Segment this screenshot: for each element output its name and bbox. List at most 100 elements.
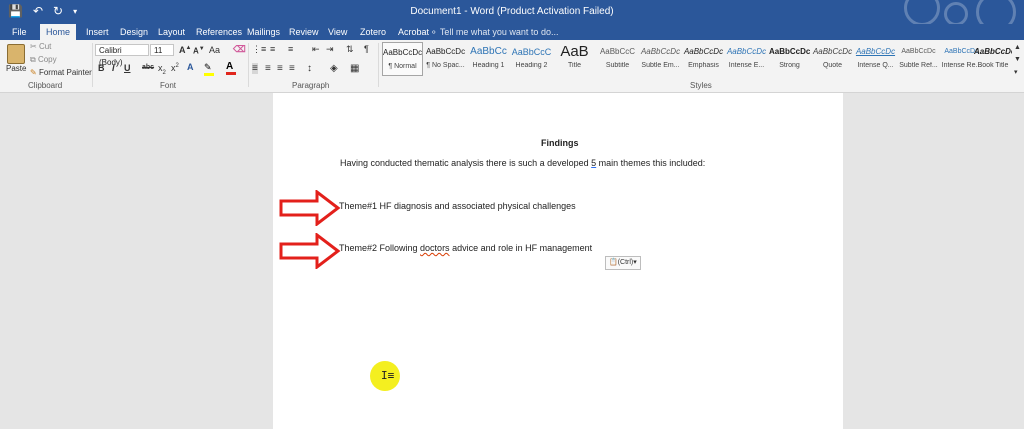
style-name: Intense Q...	[857, 62, 894, 69]
underline-button[interactable]: U	[124, 63, 131, 73]
font-color-icon[interactable]: A	[226, 61, 236, 75]
style-name: Intense E...	[728, 62, 765, 69]
tab-references[interactable]: References	[190, 24, 248, 40]
tab-file[interactable]: File	[6, 24, 33, 40]
style-intense-quote[interactable]: AaBbCcDc Intense Q...	[855, 42, 896, 76]
tab-insert[interactable]: Insert	[80, 24, 115, 40]
change-case-button[interactable]: Aa	[209, 45, 220, 55]
chevron-down-icon: ▾	[633, 259, 637, 266]
tab-layout[interactable]: Layout	[152, 24, 191, 40]
lightbulb-icon: ⚬	[430, 27, 438, 37]
title-bar: 💾 ↶ ↻ ▾ Document1 - Word (Product Activa…	[0, 0, 1024, 24]
tell-me-box[interactable]: ⚬ Tell me what you want to do...	[430, 24, 558, 40]
strikethrough-button[interactable]: abc	[142, 64, 154, 71]
styles-group-label: Styles	[690, 81, 712, 90]
text-effects-icon[interactable]: A	[187, 62, 194, 72]
show-formatting-icon[interactable]: ¶	[364, 44, 369, 54]
style-strong[interactable]: AaBbCcDc Strong	[769, 42, 810, 76]
shrink-font-button[interactable]: A▼	[193, 46, 205, 56]
style-preview: AaBbCcDc	[683, 47, 724, 56]
tab-design[interactable]: Design	[114, 24, 154, 40]
tab-acrobat[interactable]: Acrobat	[392, 24, 435, 40]
style-title[interactable]: AaB Title	[554, 42, 595, 76]
align-left-icon[interactable]: ≡	[252, 63, 258, 74]
grow-font-button[interactable]: A▲	[179, 45, 191, 55]
heading-findings: Findings	[541, 138, 579, 148]
cut-label: Cut	[38, 42, 52, 51]
clear-formatting-icon[interactable]: ⌫	[233, 44, 246, 55]
highlight-icon[interactable]: ✎	[204, 62, 214, 76]
style-subtle-emphasis[interactable]: AaBbCcDc Subtle Em...	[640, 42, 681, 76]
decrease-indent-icon[interactable]: ⇤	[312, 44, 320, 55]
increase-indent-icon[interactable]: ⇥	[326, 44, 334, 55]
style-heading-2[interactable]: AaBbCcC Heading 2	[511, 42, 552, 76]
theme-2-text-end: advice and role in HF management	[449, 243, 593, 253]
style-subtle-reference[interactable]: AaBbCcDc Subtle Ref...	[898, 42, 939, 76]
paste-button[interactable]: Paste	[6, 44, 26, 73]
bold-button[interactable]: B	[98, 63, 105, 73]
styles-scroll-up-icon[interactable]: ▲	[1014, 44, 1021, 51]
intro-paragraph: Having conducted thematic analysis there…	[340, 158, 705, 168]
styles-more-icon[interactable]: ▾	[1014, 68, 1018, 76]
theme-1-line: Theme#1 HF diagnosis and associated phys…	[339, 201, 576, 211]
subscript-button[interactable]: x2	[158, 63, 166, 76]
multilevel-list-icon[interactable]: ≡	[288, 44, 293, 54]
style-intense-emphasis[interactable]: AaBbCcDc Intense E...	[726, 42, 767, 76]
style-preview: AaBbCcDc	[901, 48, 936, 55]
style-emphasis[interactable]: AaBbCcDc Emphasis	[683, 42, 724, 76]
tab-review[interactable]: Review	[283, 24, 325, 40]
style-preview: AaBbCcDc	[383, 48, 422, 57]
format-painter-button[interactable]: ✎ Format Painter	[30, 68, 92, 77]
copy-label: Copy	[37, 55, 57, 64]
misspelled-word[interactable]: doctors	[420, 243, 450, 253]
title-bar-pattern	[884, 0, 1024, 24]
style-name: Strong	[779, 62, 800, 69]
line-spacing-icon[interactable]: ↕	[307, 63, 312, 74]
theme-2-line: Theme#2 Following doctors advice and rol…	[339, 243, 592, 253]
style-subtitle[interactable]: AaBbCcC Subtitle	[597, 42, 638, 76]
font-size-select[interactable]: 11	[150, 44, 174, 56]
shading-icon[interactable]: ◈	[330, 63, 338, 74]
align-right-icon[interactable]: ≡	[277, 63, 283, 74]
style-preview: AaBbCcC	[599, 47, 636, 56]
copy-icon: ⧉	[30, 55, 36, 64]
italic-button[interactable]: I	[112, 63, 115, 73]
tab-mailings[interactable]: Mailings	[241, 24, 286, 40]
sort-icon[interactable]: ⇅	[346, 44, 354, 55]
style-no-spacing[interactable]: AaBbCcDc ¶ No Spac...	[425, 42, 466, 76]
style-name: Heading 1	[472, 62, 505, 69]
style-preview: AaBbCc	[470, 46, 507, 57]
font-name-select[interactable]: Calibri (Body)	[95, 44, 149, 67]
style-normal[interactable]: AaBbCcDc ¶ Normal	[382, 42, 423, 76]
style-preview: AaBbCcDc	[974, 47, 1012, 56]
copy-button[interactable]: ⧉ Copy	[30, 55, 57, 65]
brush-icon: ✎	[30, 68, 37, 77]
tab-view[interactable]: View	[322, 24, 353, 40]
tab-home[interactable]: Home	[40, 24, 77, 40]
intro-text: Having conducted thematic analysis there…	[340, 158, 592, 168]
paste-options-button[interactable]: 📋(Ctrl)▾	[605, 256, 641, 270]
style-preview: AaB	[560, 43, 589, 60]
divider	[92, 43, 93, 87]
tab-zotero[interactable]: Zotero	[354, 24, 392, 40]
align-center-icon[interactable]: ≡	[265, 63, 271, 74]
style-book-title[interactable]: AaBbCcDc Book Title	[974, 42, 1012, 76]
tell-me-text: Tell me what you want to do...	[439, 27, 559, 37]
style-heading-1[interactable]: AaBbCc Heading 1	[468, 42, 509, 76]
cut-button[interactable]: ✂ Cut	[30, 42, 51, 51]
superscript-button[interactable]: x2	[171, 63, 179, 73]
divider	[378, 43, 379, 87]
numbering-icon[interactable]: ≡	[270, 44, 275, 54]
window-title: Document1 - Word (Product Activation Fai…	[410, 6, 614, 17]
styles-scroll-down-icon[interactable]: ▼	[1014, 56, 1021, 63]
theme-2-text: Theme#2 Following	[339, 243, 421, 253]
style-quote[interactable]: AaBbCcDc Quote	[812, 42, 853, 76]
red-arrow-annotation	[279, 190, 341, 226]
bullets-icon[interactable]: ⋮≡	[252, 44, 266, 55]
clipboard-icon	[7, 44, 25, 64]
paragraph-group-label: Paragraph	[292, 81, 330, 90]
intro-text-end: main themes this included:	[596, 158, 706, 168]
style-preview: AaBbCcDc	[726, 47, 767, 56]
borders-icon[interactable]: ▦	[350, 63, 359, 74]
justify-icon[interactable]: ≡	[289, 63, 295, 74]
